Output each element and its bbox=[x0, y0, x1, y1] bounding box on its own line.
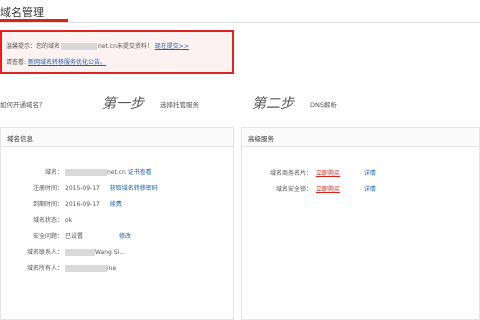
contact-value: Wang Si... bbox=[95, 249, 125, 256]
notice-line-submit: 温馨提示：您的域名 net.cn未提交资料！ 现在提交>> bbox=[6, 41, 189, 50]
domain-value: net.cn bbox=[107, 169, 126, 176]
status-value: ok bbox=[65, 217, 73, 224]
security-value: 已设置 bbox=[65, 233, 84, 240]
announcement-link[interactable]: 新网域名转移服务优化公告。 bbox=[28, 59, 106, 66]
label-expire-date: 到期时间： bbox=[32, 201, 63, 208]
advanced-title: 高级服务 bbox=[248, 135, 274, 143]
active-tab-underline bbox=[0, 19, 68, 22]
step2-heading: 第二步 bbox=[252, 96, 294, 112]
row-expire-date: 到期时间： 2016-09-17 续费 bbox=[1, 199, 122, 208]
notice-domain-suffix: net.cn未提交资料！ bbox=[98, 43, 153, 50]
step1-link[interactable]: 选择托管服务 bbox=[160, 99, 199, 109]
buy-business-card-link[interactable]: 立即购买 bbox=[316, 170, 340, 177]
notice-box: 温馨提示：您的域名 net.cn未提交资料！ 现在提交>> 请查看: 新网域名转移… bbox=[0, 30, 234, 74]
buy-security-lock-link[interactable]: 立即购买 bbox=[316, 186, 340, 193]
step1-heading: 第一步 bbox=[102, 96, 144, 112]
notice-line-announcement: 请查看: 新网域名转移服务优化公告。 bbox=[6, 57, 106, 66]
row-security-lock: 域名安全锁： 立即购买 详情 bbox=[242, 184, 376, 193]
business-card-detail-link[interactable]: 详情 bbox=[364, 170, 376, 177]
owner-value: ine bbox=[107, 265, 117, 272]
panel-header: 域名信息 bbox=[1, 128, 233, 147]
row-business-card: 域名商务名片： 立即购买 详情 bbox=[242, 168, 376, 177]
domain-info-panel: 域名信息 域名： net.cn 证书查看 注册时间： 2015-09-17 获取域名… bbox=[0, 127, 234, 320]
row-contact: 域名联系人： Wang Si... bbox=[1, 247, 125, 256]
label-reg-date: 注册时间： bbox=[32, 185, 63, 192]
label-contact: 域名联系人： bbox=[26, 249, 63, 256]
security-lock-detail-link[interactable]: 详情 bbox=[364, 186, 376, 193]
row-domain: 域名： net.cn 证书查看 bbox=[1, 167, 152, 176]
step2-link[interactable]: DNS解析 bbox=[310, 99, 337, 109]
masked-contact bbox=[65, 249, 95, 256]
masked-domain-name bbox=[65, 169, 107, 176]
cert-view-link[interactable]: 证书查看 bbox=[128, 169, 152, 176]
row-status: 域名状态： ok bbox=[1, 215, 72, 224]
steps-bar: 如何开通域名？ 第一步 选择托管服务 第二步 DNS解析 bbox=[0, 92, 480, 114]
page-title: 域名管理 bbox=[0, 6, 44, 19]
advanced-services-panel: 高级服务 域名商务名片： 立即购买 详情 域名安全锁： 立即购买 详情 bbox=[241, 127, 480, 320]
panel-header: 高级服务 bbox=[242, 128, 479, 147]
label-domain: 域名： bbox=[44, 169, 63, 176]
expire-date-value: 2016-09-17 bbox=[65, 201, 100, 208]
reg-date-value: 2015-09-17 bbox=[65, 185, 100, 192]
row-security: 安全问题： 已设置 修改 bbox=[1, 231, 131, 240]
transfer-code-link[interactable]: 获取域名转移密码 bbox=[110, 185, 158, 192]
domain-info-title: 域名信息 bbox=[7, 135, 33, 143]
label-business-card: 域名商务名片： bbox=[269, 170, 312, 177]
masked-domain bbox=[61, 43, 98, 50]
modify-link[interactable]: 修改 bbox=[119, 233, 131, 240]
masked-owner bbox=[65, 265, 107, 272]
row-owner: 域名所有人： ine bbox=[1, 263, 116, 272]
renew-link[interactable]: 续费 bbox=[110, 201, 122, 208]
label-status: 域名状态： bbox=[32, 217, 63, 224]
submit-now-link[interactable]: 现在提交>> bbox=[155, 43, 189, 50]
how-to-question: 如何开通域名？ bbox=[0, 101, 46, 109]
label-owner: 域名所有人： bbox=[26, 265, 63, 272]
page-header: 域名管理 bbox=[0, 0, 480, 23]
row-reg-date: 注册时间： 2015-09-17 获取域名转移密码 bbox=[1, 183, 158, 192]
label-security: 安全问题： bbox=[32, 233, 63, 240]
notice-view-prefix: 请查看: bbox=[6, 59, 27, 66]
notice-prefix: 温馨提示：您的域名 bbox=[6, 43, 61, 50]
label-security-lock: 域名安全锁： bbox=[275, 186, 312, 193]
